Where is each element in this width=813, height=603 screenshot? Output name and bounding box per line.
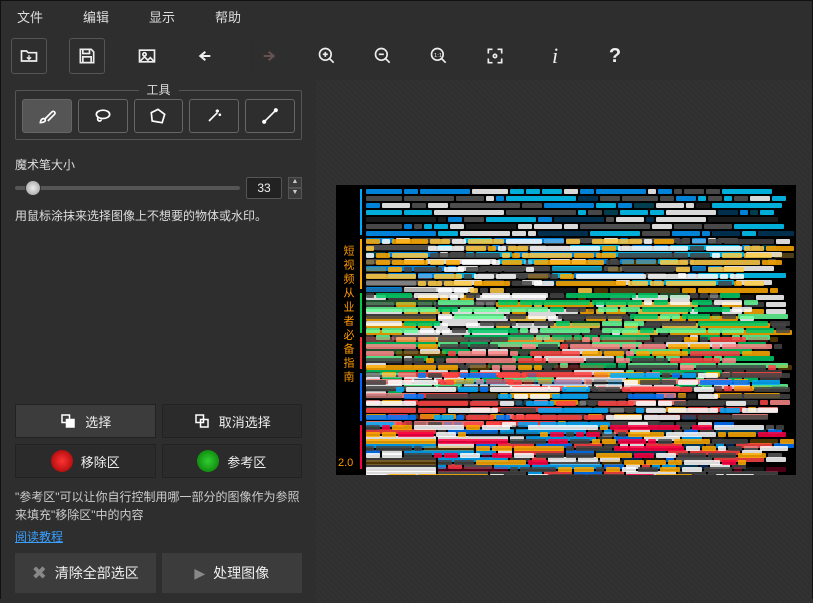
magic-wand-tool[interactable] [189,99,239,133]
play-icon: ▶ [194,565,205,582]
zoom-actual-button[interactable]: 1:1 [421,38,457,74]
info-button[interactable]: i [537,38,573,74]
undo-button[interactable] [189,38,225,74]
brush-size-slider[interactable] [15,179,240,197]
zoom-out-button[interactable] [365,38,401,74]
loaded-image: 短视频从业者必备指南 2.0 [336,185,796,475]
clear-all-label: 清除全部选区 [55,563,139,583]
deselect-button-label: 取消选择 [219,412,271,431]
tools-legend: 工具 [138,81,178,98]
help-button[interactable]: ? [597,38,633,74]
ref-note: "参考区"可以让你自行控制用哪一部分的图像作为参照来填充"移除区"中的内容 [15,488,302,524]
tutorial-link[interactable]: 阅读教程 [15,528,302,545]
select-button-label: 选择 [85,412,111,431]
brush-size-down[interactable]: ▼ [288,188,302,199]
svg-text:1:1: 1:1 [434,53,442,59]
red-circle-icon [51,450,73,472]
select-button[interactable]: 选择 [15,404,156,438]
zoom-fit-button[interactable] [477,38,513,74]
menu-help[interactable]: 帮助 [215,7,241,26]
image-sidebar-text: 短视频从业者必备指南 [340,245,356,385]
menu-view[interactable]: 显示 [149,7,175,26]
ref-zone-button[interactable]: 参考区 [162,444,303,478]
save-button[interactable] [69,38,105,74]
lasso-tool[interactable] [78,99,128,133]
menu-file[interactable]: 文件 [17,7,43,26]
process-label: 处理图像 [213,563,269,583]
clear-all-button[interactable]: ✖ 清除全部选区 [15,553,156,593]
deselect-button[interactable]: 取消选择 [162,404,303,438]
green-circle-icon [197,450,219,472]
remove-zone-button[interactable]: 移除区 [15,444,156,478]
process-button[interactable]: ▶ 处理图像 [162,553,303,593]
line-tool[interactable] [245,99,295,133]
canvas-area[interactable]: 短视频从业者必备指南 2.0 [316,80,812,603]
zoom-in-button[interactable] [309,38,345,74]
menu-edit[interactable]: 编辑 [83,7,109,26]
ref-zone-label: 参考区 [227,452,266,471]
brush-hint: 用鼠标涂抹来选择图像上不想要的物体或水印。 [15,207,302,225]
image-version: 2.0 [338,457,353,469]
open-button[interactable] [11,38,47,74]
close-icon: ✖ [32,563,47,584]
brush-size-input[interactable] [246,177,282,199]
polygon-tool[interactable] [134,99,184,133]
image-icon[interactable] [129,38,165,74]
brush-tool[interactable] [22,99,72,133]
brush-size-label: 魔术笔大小 [15,156,302,173]
brush-size-up[interactable]: ▲ [288,177,302,188]
remove-zone-label: 移除区 [81,452,120,471]
redo-button[interactable] [249,38,285,74]
tools-group: 工具 [15,90,302,140]
